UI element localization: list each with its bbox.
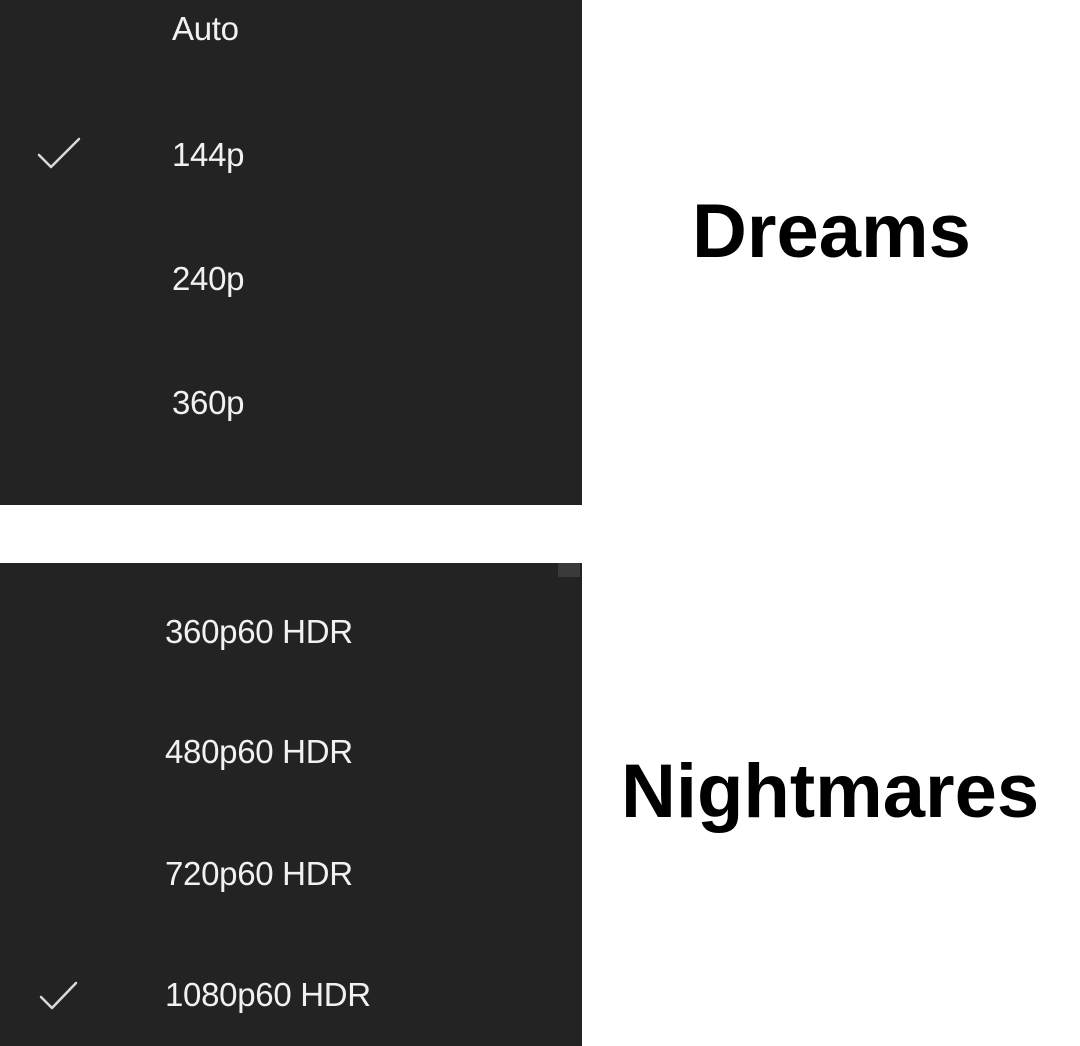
- quality-option-144p[interactable]: 144p: [0, 124, 582, 184]
- meme-page: Auto 144p 240p 360p 360p60 HDR 480p60 HD…: [0, 0, 1080, 1046]
- quality-option-240p[interactable]: 240p: [0, 248, 582, 308]
- quality-option-auto[interactable]: Auto: [0, 0, 582, 60]
- quality-option-label: 240p: [172, 260, 245, 297]
- checkmark-icon: [36, 976, 82, 1016]
- quality-option-label: 360p60 HDR: [165, 613, 353, 650]
- quality-option-label: 360p: [172, 384, 245, 421]
- quality-option-360p[interactable]: 360p: [0, 372, 582, 432]
- caption-dreams: Dreams: [692, 189, 971, 274]
- panel-divider: [0, 505, 582, 563]
- quality-option-label: 720p60 HDR: [165, 855, 353, 892]
- quality-option-720p60-hdr[interactable]: 720p60 HDR: [0, 845, 582, 905]
- caption-nightmares: Nightmares: [621, 749, 1040, 834]
- checkmark-icon: [36, 134, 82, 174]
- quality-option-label: 480p60 HDR: [165, 733, 353, 770]
- quality-option-label: 1080p60 HDR: [165, 976, 371, 1013]
- quality-menu-bottom: 360p60 HDR 480p60 HDR 720p60 HDR 1080p60…: [0, 563, 582, 1046]
- quality-option-label: Auto: [172, 10, 239, 47]
- quality-option-480p60-hdr[interactable]: 480p60 HDR: [0, 723, 582, 783]
- quality-option-1080p60-hdr[interactable]: 1080p60 HDR: [0, 966, 582, 1026]
- quality-option-label: 144p: [172, 136, 245, 173]
- quality-menu-top: Auto 144p 240p 360p: [0, 0, 582, 505]
- quality-option-360p60-hdr[interactable]: 360p60 HDR: [0, 603, 582, 663]
